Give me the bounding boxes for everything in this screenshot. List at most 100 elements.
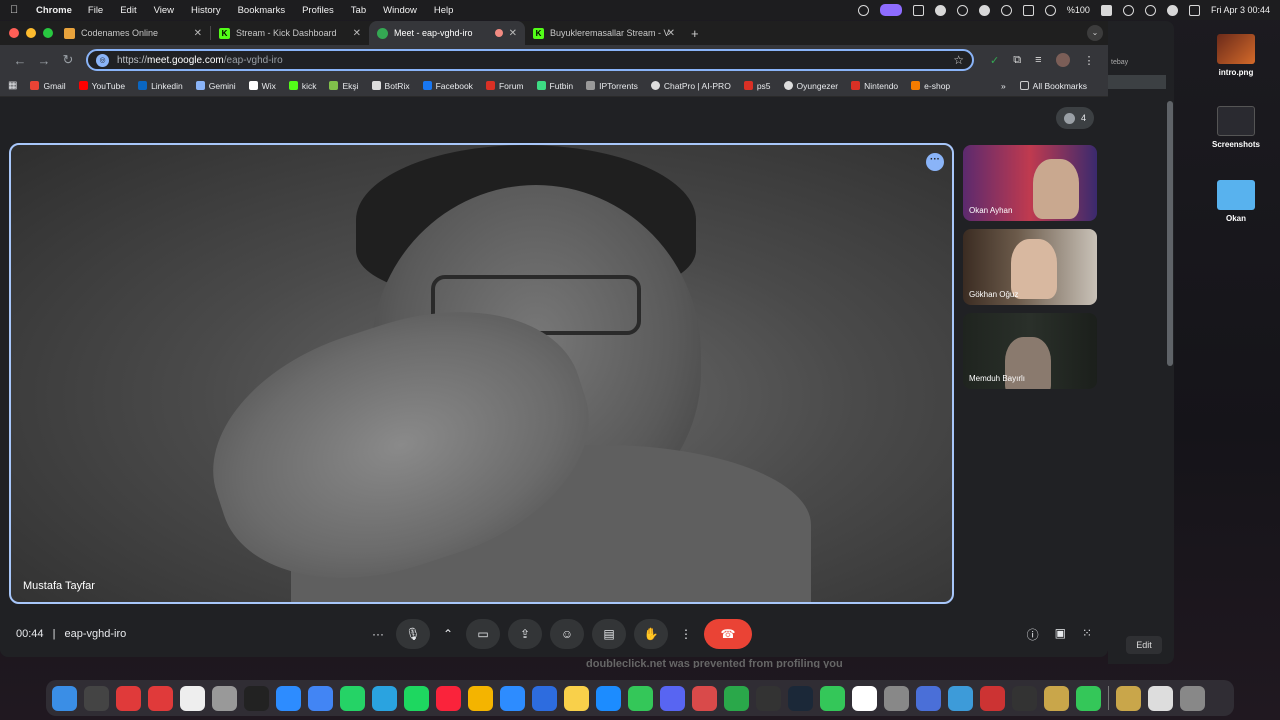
dock-app-icon[interactable] bbox=[1076, 685, 1101, 711]
dock-app-icon[interactable] bbox=[212, 685, 237, 711]
menu-file[interactable]: File bbox=[88, 5, 103, 16]
dock-app-icon[interactable] bbox=[564, 685, 589, 711]
dock-app-icon[interactable] bbox=[852, 685, 877, 711]
menu-edit[interactable]: Edit bbox=[120, 5, 136, 16]
app-name-menu[interactable]: Chrome bbox=[36, 5, 72, 16]
audio-options-chevron-icon[interactable]: ⌃ bbox=[438, 619, 458, 649]
dock-app-icon[interactable] bbox=[532, 685, 557, 711]
media-controls-icon[interactable]: ≡ bbox=[1035, 54, 1041, 66]
battery-percent[interactable]: %100 bbox=[1067, 5, 1090, 15]
emoji-reaction-icon[interactable]: ☺ bbox=[550, 619, 584, 649]
dock-app-icon[interactable] bbox=[404, 685, 429, 711]
menu-view[interactable]: View bbox=[154, 5, 174, 16]
tab-codenames[interactable]: Codenames Online ✕ bbox=[56, 21, 210, 45]
apps-grid-icon[interactable]: ▦ bbox=[8, 80, 17, 91]
bookmark-oyungezer[interactable]: Oyungezer bbox=[783, 81, 838, 91]
dock-app-icon[interactable] bbox=[52, 685, 77, 711]
bookmark-ps5[interactable]: ps5 bbox=[743, 81, 771, 91]
site-info-icon[interactable]: ◎ bbox=[96, 53, 109, 67]
bookmark-nintendo[interactable]: Nintendo bbox=[851, 81, 898, 91]
menu-window[interactable]: Window bbox=[383, 5, 417, 16]
activities-grid-icon[interactable]: ⁙ bbox=[1082, 626, 1092, 643]
bookmark-chatpro[interactable]: ChatPro | AI-PRO bbox=[650, 81, 731, 91]
dock-app-icon[interactable] bbox=[660, 685, 685, 711]
dock-app-icon[interactable] bbox=[820, 685, 845, 711]
play-icon[interactable] bbox=[1000, 4, 1012, 16]
siri-icon[interactable] bbox=[1166, 4, 1178, 16]
captions-icon[interactable]: ▤ bbox=[592, 619, 626, 649]
dock-app-icon[interactable] bbox=[980, 685, 1005, 711]
dock-app-icon[interactable] bbox=[1180, 685, 1205, 711]
dock-app-icon[interactable] bbox=[276, 685, 301, 711]
menubar-clock[interactable]: Fri Apr 3 00:44 bbox=[1211, 5, 1270, 15]
forward-button[interactable]: → bbox=[32, 53, 56, 68]
menu-bookmarks[interactable]: Bookmarks bbox=[238, 5, 286, 16]
tab-meet[interactable]: Meet - eap-vghd-iro ✕ bbox=[369, 21, 525, 45]
camera-icon[interactable]: ▭ bbox=[466, 619, 500, 649]
dock-app-icon[interactable] bbox=[1044, 685, 1069, 711]
apple-menu-icon[interactable]:  bbox=[10, 4, 22, 16]
dock-app-icon[interactable] bbox=[788, 685, 813, 711]
menu-tab[interactable]: Tab bbox=[351, 5, 366, 16]
close-tab-icon[interactable]: ✕ bbox=[353, 28, 361, 39]
menu-help[interactable]: Help bbox=[434, 5, 454, 16]
dock-app-icon[interactable] bbox=[340, 685, 365, 711]
dock-app-icon[interactable] bbox=[180, 685, 205, 711]
dock-app-icon[interactable] bbox=[756, 685, 781, 711]
dock-app-icon[interactable] bbox=[692, 685, 717, 711]
tab-buyukleremasallar[interactable]: K Buyukleremasallar Stream - V ✕ bbox=[525, 21, 683, 45]
edit-button[interactable]: Edit bbox=[1126, 636, 1162, 654]
chat-icon[interactable]: ▣ bbox=[1055, 626, 1066, 643]
new-tab-button[interactable]: + bbox=[683, 26, 707, 41]
reload-button[interactable]: ↻ bbox=[56, 52, 80, 68]
status-app-icon[interactable] bbox=[1022, 4, 1034, 16]
bookmark-wix[interactable]: Wix bbox=[248, 81, 276, 91]
status-app-icon[interactable] bbox=[857, 4, 869, 16]
bookmark-botrix[interactable]: BotRix bbox=[371, 81, 410, 91]
address-bar[interactable]: ◎ https:// meet.google.com /eap-vghd-iro… bbox=[86, 49, 974, 71]
present-screen-icon[interactable]: ⇪ bbox=[508, 619, 542, 649]
participant-tile[interactable]: Okan Ayhan bbox=[963, 145, 1097, 221]
screen-share-indicator-icon[interactable] bbox=[879, 4, 902, 16]
extension-icon[interactable]: ✓ bbox=[990, 54, 999, 67]
bookmark-star-icon[interactable]: ☆ bbox=[953, 53, 964, 67]
dock-app-icon[interactable] bbox=[916, 685, 941, 711]
dock-app-icon[interactable] bbox=[1148, 685, 1173, 711]
bookmark-gemini[interactable]: Gemini bbox=[195, 81, 236, 91]
desktop-file-intro[interactable]: intro.png bbox=[1206, 34, 1266, 77]
more-vertical-icon[interactable]: ⋮ bbox=[676, 619, 696, 649]
close-tab-icon[interactable]: ✕ bbox=[509, 28, 517, 39]
more-options-icon[interactable]: ··· bbox=[368, 619, 388, 649]
bookmark-futbin[interactable]: Futbin bbox=[536, 81, 573, 91]
wifi-icon[interactable] bbox=[1122, 4, 1134, 16]
zoom-window-button[interactable] bbox=[43, 28, 53, 38]
dock-app-icon[interactable] bbox=[468, 685, 493, 711]
leave-call-button[interactable]: ☎ bbox=[704, 619, 752, 649]
tile-more-options-icon[interactable]: ··· bbox=[926, 153, 944, 171]
main-video-tile[interactable]: ··· Mustafa Tayfar bbox=[9, 143, 954, 604]
desktop-folder-okan[interactable]: Okan bbox=[1206, 180, 1266, 223]
dock-app-icon[interactable] bbox=[244, 685, 269, 711]
bookmark-kick[interactable]: kick bbox=[288, 81, 316, 91]
menu-history[interactable]: History bbox=[191, 5, 221, 16]
all-bookmarks-folder[interactable]: All Bookmarks bbox=[1019, 81, 1087, 91]
dock-app-icon[interactable] bbox=[724, 685, 749, 711]
vpn-icon[interactable] bbox=[1044, 4, 1056, 16]
dock-app-icon[interactable] bbox=[308, 685, 333, 711]
microphone-icon[interactable]: 🎙 bbox=[396, 619, 430, 649]
close-window-button[interactable] bbox=[9, 28, 19, 38]
battery-icon[interactable] bbox=[1100, 4, 1112, 16]
bookmark-eksi[interactable]: Ekşi bbox=[329, 81, 359, 91]
participants-button[interactable]: 4 bbox=[1056, 107, 1094, 129]
chrome-menu-icon[interactable]: ⋮ bbox=[1084, 54, 1095, 67]
dock-app-icon[interactable] bbox=[1012, 685, 1037, 711]
dock-app-icon[interactable] bbox=[116, 685, 141, 711]
dock-app-icon[interactable] bbox=[372, 685, 397, 711]
bookmark-eshop[interactable]: e-shop bbox=[911, 81, 950, 91]
scrollbar[interactable] bbox=[1167, 101, 1173, 366]
participant-tile[interactable]: Gökhan Oğuz bbox=[963, 229, 1097, 305]
meeting-details-icon[interactable]: ⓘ bbox=[1027, 626, 1039, 643]
moon-icon[interactable] bbox=[978, 4, 990, 16]
bookmark-facebook[interactable]: Facebook bbox=[422, 81, 473, 91]
menu-profiles[interactable]: Profiles bbox=[302, 5, 334, 16]
